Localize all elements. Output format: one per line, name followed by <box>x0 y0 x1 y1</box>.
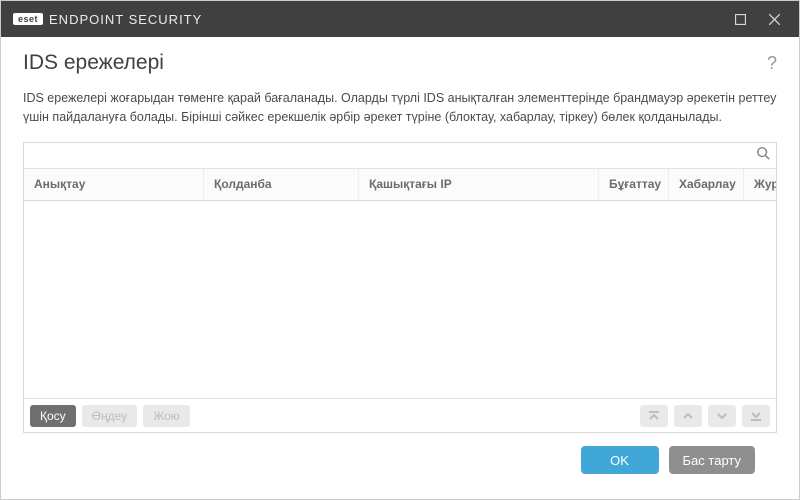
dialog-footer: OK Бас тарту <box>23 433 777 487</box>
chevron-down-icon <box>716 410 728 422</box>
chevron-top-icon <box>648 410 660 422</box>
window-close-button[interactable] <box>757 1 791 37</box>
square-icon <box>735 14 746 25</box>
content-area: IDS ережелері ? IDS ережелері жоғарыдан … <box>1 37 799 499</box>
table-body <box>24 201 776 398</box>
edit-button: Өңдеу <box>82 405 138 427</box>
window-minimize-button[interactable] <box>723 1 757 37</box>
col-block[interactable]: Бұғаттау <box>599 169 669 200</box>
help-button[interactable]: ? <box>767 53 777 74</box>
close-icon <box>769 14 780 25</box>
delete-button: Жою <box>143 405 190 427</box>
brand-badge: eset <box>13 13 43 25</box>
titlebar: eset ENDPOINT SECURITY <box>1 1 799 37</box>
page-title: IDS ережелері <box>23 51 164 75</box>
table-header: Анықтау Қолданба Қашықтағы IP Бұғаттау Х… <box>24 169 776 201</box>
search-row <box>24 143 776 169</box>
move-top-button <box>640 405 668 427</box>
move-up-button <box>674 405 702 427</box>
col-log[interactable]: Журнал <box>744 169 776 200</box>
col-application[interactable]: Қолданба <box>204 169 359 200</box>
cancel-button[interactable]: Бас тарту <box>669 446 755 474</box>
col-remote-ip[interactable]: Қашықтағы IP <box>359 169 599 200</box>
move-bottom-button <box>742 405 770 427</box>
chevron-bottom-icon <box>750 410 762 422</box>
col-notify[interactable]: Хабарлау <box>669 169 744 200</box>
page-description: IDS ережелері жоғарыдан төменге қарай ба… <box>23 89 777 128</box>
add-button[interactable]: Қосу <box>30 405 76 427</box>
ok-button[interactable]: OK <box>581 446 659 474</box>
chevron-up-icon <box>682 410 694 422</box>
brand-text: ENDPOINT SECURITY <box>49 12 202 27</box>
rules-table: Анықтау Қолданба Қашықтағы IP Бұғаттау Х… <box>23 142 777 433</box>
search-input[interactable] <box>30 144 756 166</box>
window-root: eset ENDPOINT SECURITY IDS ережелері ? I… <box>0 0 800 500</box>
col-detection[interactable]: Анықтау <box>24 169 204 200</box>
table-toolbar: Қосу Өңдеу Жою <box>24 398 776 432</box>
search-icon[interactable] <box>756 146 770 165</box>
move-down-button <box>708 405 736 427</box>
